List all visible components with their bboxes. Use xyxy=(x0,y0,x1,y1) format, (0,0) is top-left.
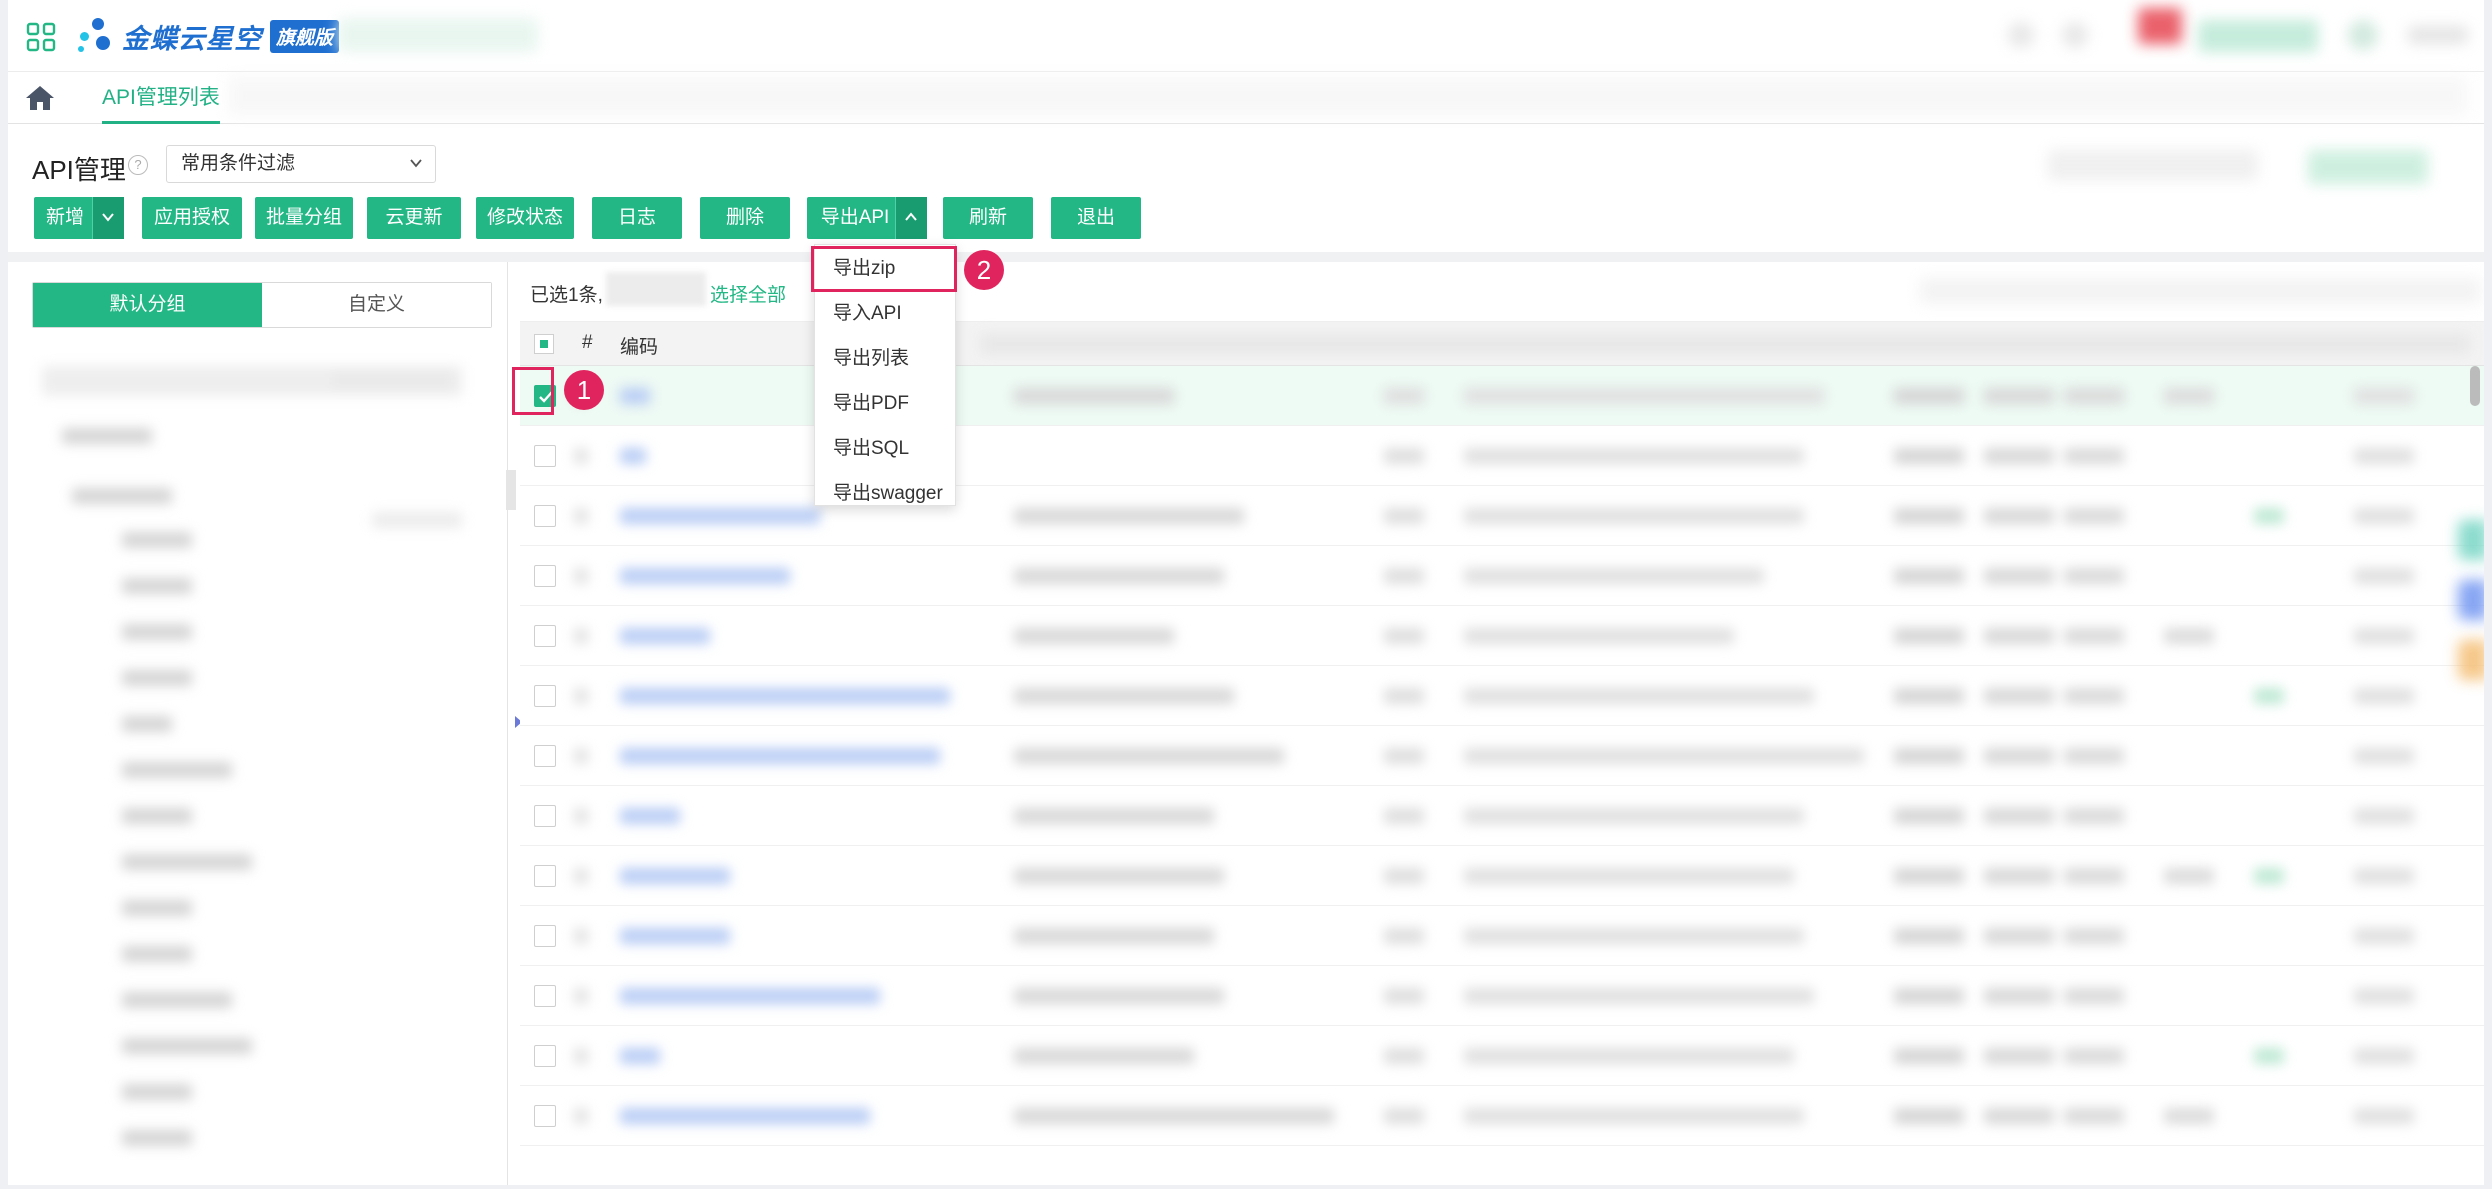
table-row[interactable] xyxy=(520,726,2484,786)
group-tree-panel: 默认分组 自定义 xyxy=(16,262,508,1185)
panel-collapse-handle[interactable] xyxy=(506,470,516,510)
row-blurred-content xyxy=(564,606,2474,666)
row-checkbox[interactable] xyxy=(534,565,556,587)
chevron-up-icon xyxy=(905,212,917,221)
table-row[interactable] xyxy=(520,786,2484,846)
row-blurred-content xyxy=(564,846,2474,906)
tab-api-management-list[interactable]: API管理列表 xyxy=(92,72,230,124)
row-blurred-content xyxy=(564,786,2474,846)
home-icon[interactable] xyxy=(24,84,56,112)
title-row-blurred-area xyxy=(2308,150,2428,184)
delete-button[interactable]: 删除 xyxy=(700,197,790,239)
vertical-scrollbar[interactable] xyxy=(2470,366,2480,406)
header-blurred-area xyxy=(2408,26,2468,44)
header-blurred-area xyxy=(338,18,538,52)
content-separator xyxy=(8,252,2484,262)
select-all-link[interactable]: 选择全部 xyxy=(710,280,786,307)
add-dropdown-toggle[interactable] xyxy=(92,197,124,239)
table-row[interactable] xyxy=(520,666,2484,726)
tabs-blurred-area xyxy=(228,76,2468,116)
brand-name: 金蝶云星空 xyxy=(122,23,262,55)
masked-text xyxy=(606,272,706,306)
header-blurred-area xyxy=(2138,8,2182,44)
table-row[interactable] xyxy=(520,1086,2484,1146)
select-all-checkbox[interactable] xyxy=(534,334,554,354)
app-authorize-button[interactable]: 应用授权 xyxy=(142,197,242,239)
segment-default-group[interactable]: 默认分组 xyxy=(33,283,262,327)
title-row-blurred-area xyxy=(2048,150,2258,180)
menu-item-export-list[interactable]: 导出列表 xyxy=(815,337,955,381)
header-blurred-area xyxy=(2062,22,2088,48)
row-blurred-content xyxy=(564,726,2474,786)
step2-highlight-box xyxy=(811,246,957,292)
column-header-code: 编码 xyxy=(620,337,659,358)
brand-mark-icon xyxy=(76,16,116,56)
row-blurred-content xyxy=(564,1026,2474,1086)
menu-item-export-swagger[interactable]: 导出swagger xyxy=(815,472,955,505)
app-window: 金蝶云星空 旗舰版 API管理列表 API管理 ? 常用条件过滤 新增 应用授权… xyxy=(8,0,2484,1185)
selected-count-text: 已选1条, xyxy=(530,285,603,306)
floating-side-tab xyxy=(2458,580,2484,620)
header-blurred-area xyxy=(2008,22,2034,48)
step1-highlight-box xyxy=(512,367,554,415)
row-blurred-content xyxy=(564,906,2474,966)
chevron-down-icon xyxy=(410,159,422,168)
table-row[interactable] xyxy=(520,966,2484,1026)
row-checkbox[interactable] xyxy=(534,865,556,887)
grid-apps-icon[interactable] xyxy=(26,22,56,52)
log-button[interactable]: 日志 xyxy=(592,197,682,239)
batch-group-button[interactable]: 批量分组 xyxy=(255,197,353,239)
exit-button[interactable]: 退出 xyxy=(1051,197,1141,239)
menu-item-import-api[interactable]: 导入API xyxy=(815,292,955,336)
help-icon[interactable]: ? xyxy=(128,155,148,175)
table-header-blurred-area xyxy=(980,334,2470,354)
chevron-down-icon xyxy=(102,213,114,222)
group-mode-segment: 默认分组 自定义 xyxy=(32,282,492,328)
top-header: 金蝶云星空 旗舰版 xyxy=(8,0,2484,72)
refresh-button[interactable]: 刷新 xyxy=(943,197,1033,239)
row-checkbox[interactable] xyxy=(534,805,556,827)
floating-side-tab xyxy=(2458,520,2484,560)
table-row[interactable] xyxy=(520,606,2484,666)
row-checkbox[interactable] xyxy=(534,1105,556,1127)
table-row[interactable] xyxy=(520,906,2484,966)
floating-side-tab xyxy=(2458,640,2484,680)
filter-select-value: 常用条件过滤 xyxy=(181,153,296,174)
tabs-bar: API管理列表 xyxy=(8,72,2484,124)
segment-custom[interactable]: 自定义 xyxy=(262,283,491,327)
row-blurred-content xyxy=(564,666,2474,726)
row-checkbox[interactable] xyxy=(534,1045,556,1067)
row-blurred-content xyxy=(564,1086,2474,1146)
table-row[interactable] xyxy=(520,1026,2484,1086)
table-row[interactable] xyxy=(520,846,2484,906)
modify-status-button[interactable]: 修改状态 xyxy=(476,197,574,239)
row-checkbox[interactable] xyxy=(534,445,556,467)
row-checkbox[interactable] xyxy=(534,985,556,1007)
group-tree-blurred xyxy=(32,342,492,1182)
table-row[interactable] xyxy=(520,546,2484,606)
brand-edition-badge: 旗舰版 xyxy=(270,19,340,53)
export-api-dropdown-toggle[interactable] xyxy=(895,197,927,239)
export-api-button[interactable]: 导出API xyxy=(807,197,903,239)
page-title: API管理 xyxy=(32,155,126,185)
menu-item-export-sql[interactable]: 导出SQL xyxy=(815,427,955,471)
row-checkbox[interactable] xyxy=(534,745,556,767)
row-checkbox[interactable] xyxy=(534,505,556,527)
column-header-number: # xyxy=(582,332,593,353)
row-blurred-content xyxy=(564,966,2474,1026)
row-checkbox[interactable] xyxy=(534,625,556,647)
step2-badge: 2 xyxy=(964,250,1004,290)
cloud-update-button[interactable]: 云更新 xyxy=(367,197,461,239)
row-checkbox[interactable] xyxy=(534,925,556,947)
step1-badge: 1 xyxy=(564,370,604,410)
selection-bar-blurred-area xyxy=(1920,278,2480,304)
brand-logo: 金蝶云星空 旗舰版 xyxy=(76,12,340,60)
menu-item-export-pdf[interactable]: 导出PDF xyxy=(815,382,955,426)
filter-select[interactable]: 常用条件过滤 xyxy=(166,145,436,183)
add-button[interactable]: 新增 xyxy=(34,197,100,239)
row-blurred-content xyxy=(564,546,2474,606)
row-checkbox[interactable] xyxy=(534,685,556,707)
header-blurred-area xyxy=(2348,20,2378,50)
header-blurred-area xyxy=(2198,20,2318,52)
